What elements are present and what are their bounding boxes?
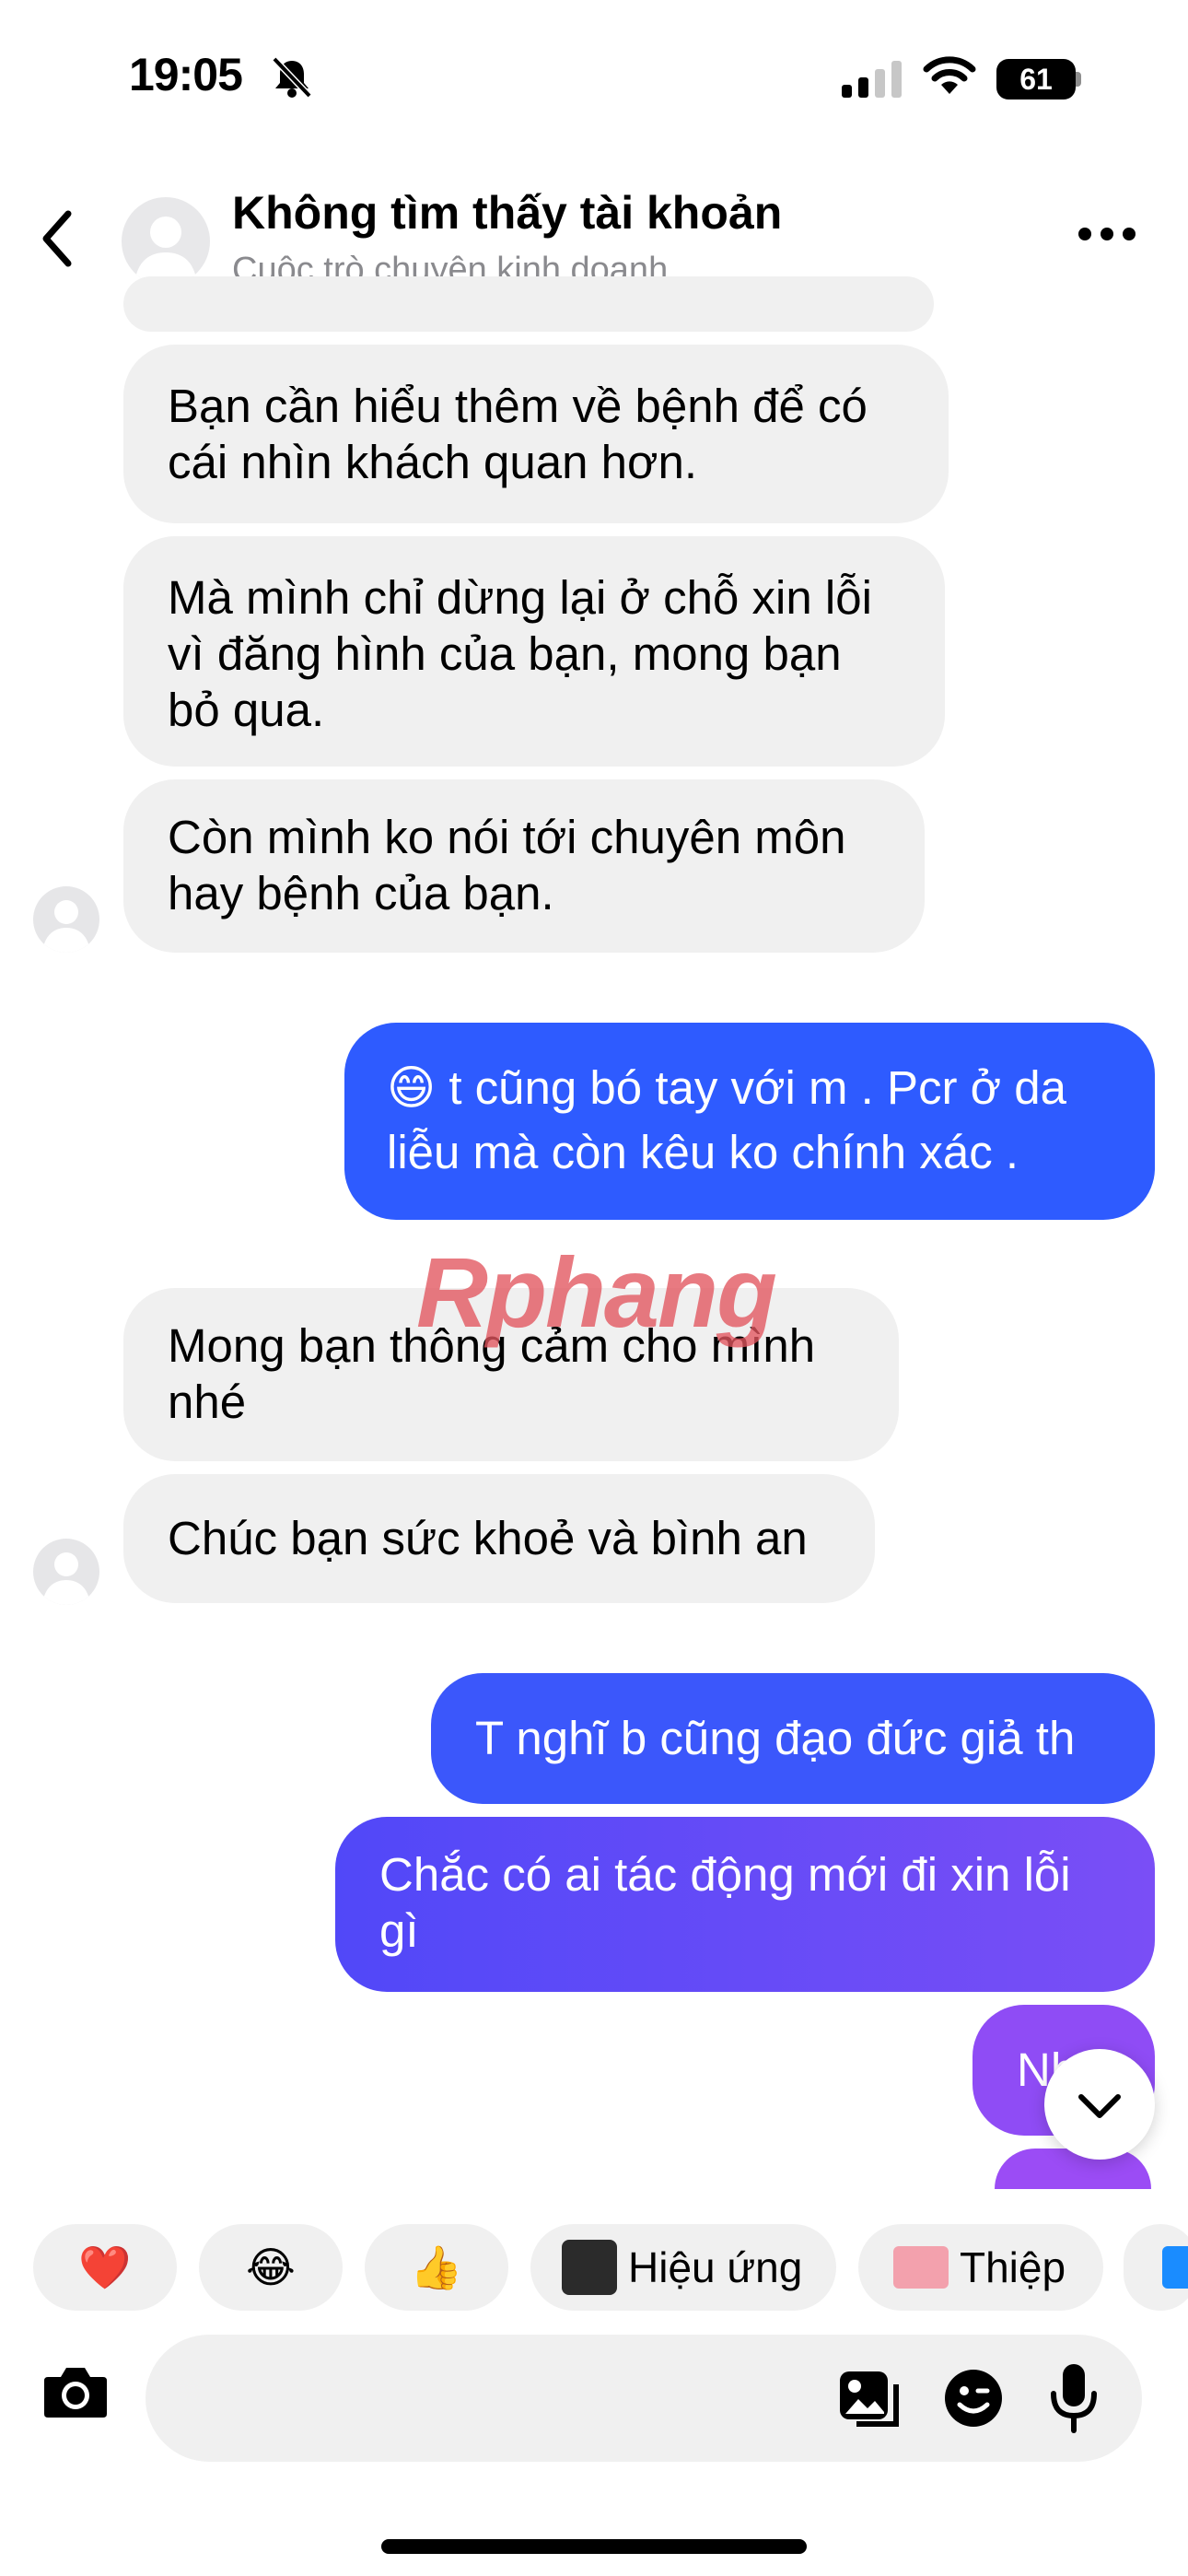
gift-card-icon (893, 2245, 949, 2289)
effects-chip[interactable]: Hiệu ứng (530, 2224, 836, 2311)
mute-bell-icon (272, 57, 312, 98)
back-chevron-icon[interactable] (39, 210, 76, 267)
reaction-thumbs-up-chip[interactable]: 👍 (365, 2224, 508, 2311)
effects-thumbnail-icon (562, 2239, 617, 2295)
default-avatar-icon (42, 900, 90, 953)
incoming-message[interactable]: Chúc bạn sức khoẻ và bình an (123, 1474, 875, 1603)
cellular-signal-icon (842, 61, 902, 98)
watermark-logo: Rphang (416, 1236, 777, 1348)
chevron-down-icon (1078, 2094, 1121, 2118)
incoming-message[interactable]: Còn mình ko nói tới chuyên môn hay bệnh … (123, 779, 925, 953)
more-options-icon[interactable] (1077, 227, 1136, 241)
scroll-to-bottom-button[interactable] (1044, 2049, 1155, 2160)
contact-avatar[interactable] (122, 197, 210, 286)
default-avatar-icon (42, 1552, 90, 1605)
incoming-message[interactable]: Bạn cần hiểu thêm về bệnh để có cái nhìn… (123, 345, 949, 523)
card-label: Thiệp (960, 2243, 1066, 2291)
status-time: 19:05 (129, 49, 243, 100)
outgoing-message[interactable]: Chắc có ai tác động mới đi xin lỗi gì (335, 1817, 1155, 1992)
message-bubble-partial (123, 276, 934, 332)
message-input[interactable] (146, 2335, 1142, 2462)
thumbs-up-emoji-icon: 👍 (410, 2243, 463, 2291)
outgoing-message[interactable]: 😄 t cũng bó tay với m . Pcr ở da liễu mà… (344, 1023, 1155, 1220)
sticker-smiley-icon[interactable] (943, 2368, 1004, 2429)
reaction-laugh-chip[interactable]: 😂 (199, 2224, 343, 2311)
reaction-heart-chip[interactable]: ❤️ (33, 2224, 177, 2311)
laugh-emoji-icon: 😂 (246, 2243, 296, 2291)
heart-emoji-icon: ❤️ (78, 2243, 132, 2291)
gallery-icon[interactable] (838, 2370, 901, 2429)
battery-cap (1076, 72, 1081, 87)
default-avatar-icon (134, 217, 197, 286)
sender-avatar[interactable] (33, 1539, 99, 1605)
battery-level: 61 (996, 59, 1076, 100)
conversation-title[interactable]: Không tìm thấy tài khoản (232, 186, 782, 240)
more-chip-partial[interactable] (1124, 2224, 1188, 2311)
outgoing-message[interactable]: T nghĩ b cũng đạo đức giả th (431, 1673, 1155, 1804)
camera-icon[interactable] (42, 2364, 109, 2419)
card-chip[interactable]: Thiệp (858, 2224, 1103, 2311)
wifi-icon (923, 56, 976, 94)
home-indicator (381, 2539, 807, 2554)
sender-avatar[interactable] (33, 886, 99, 953)
effects-label: Hiệu ứng (628, 2243, 803, 2291)
incoming-message[interactable]: Mà mình chỉ dừng lại ở chỗ xin lỗi vì đă… (123, 536, 945, 767)
microphone-icon[interactable] (1048, 2362, 1100, 2434)
play-icon (1162, 2245, 1188, 2289)
